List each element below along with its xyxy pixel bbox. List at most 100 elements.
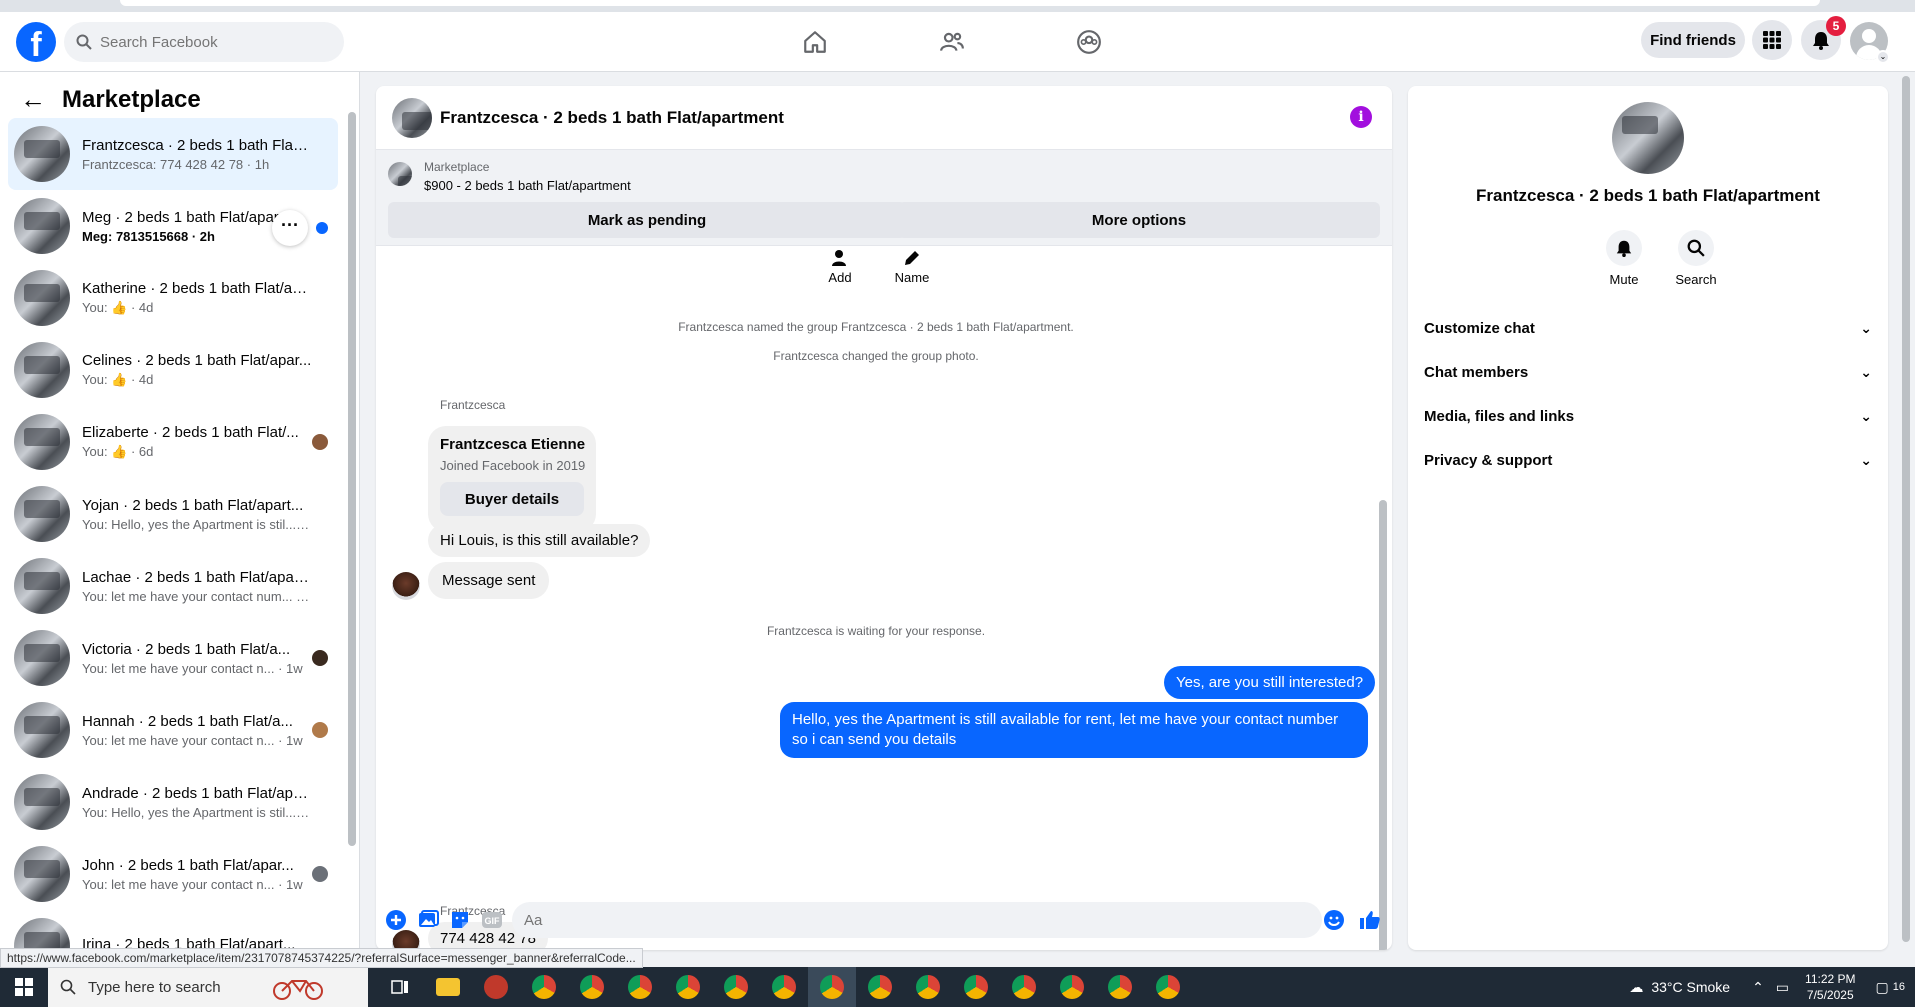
chrome-icon[interactable] bbox=[760, 967, 808, 1007]
emoji-icon[interactable] bbox=[1322, 908, 1346, 932]
chrome-icon[interactable] bbox=[952, 967, 1000, 1007]
friends-nav[interactable] bbox=[936, 26, 968, 58]
message-input[interactable] bbox=[512, 902, 1322, 938]
chat-title[interactable]: Frantzcesca · 2 beds 1 bath Flat/apartme… bbox=[440, 108, 784, 128]
banner-label: Marketplace bbox=[424, 160, 490, 174]
task-view-icon[interactable] bbox=[376, 967, 424, 1007]
groups-nav[interactable] bbox=[1073, 26, 1105, 58]
chrome-icon[interactable] bbox=[1048, 967, 1096, 1007]
groups-icon bbox=[1077, 30, 1101, 54]
listing-thumbnail bbox=[14, 918, 70, 950]
conversation-item[interactable]: Frantzcesca · 2 beds 1 bath Flat/... Fran… bbox=[8, 118, 338, 190]
start-button[interactable] bbox=[0, 967, 48, 1007]
chrome-icon[interactable] bbox=[1096, 967, 1144, 1007]
add-people-action[interactable]: Add bbox=[810, 246, 870, 285]
bicycle-icon bbox=[273, 980, 323, 1000]
info-icon[interactable]: i bbox=[1350, 106, 1372, 128]
outgoing-message[interactable]: Yes, are you still interested? bbox=[1164, 666, 1376, 699]
photo-icon[interactable] bbox=[416, 908, 440, 932]
media-files-links-row[interactable]: Media, files and links ⌄ bbox=[1424, 396, 1872, 436]
group-photo-large[interactable] bbox=[1612, 102, 1684, 174]
search-facebook[interactable] bbox=[64, 22, 344, 62]
conversation-title: John · 2 beds 1 bath Flat/apar... bbox=[82, 856, 294, 874]
chrome-icon[interactable] bbox=[616, 967, 664, 1007]
seen-avatar bbox=[312, 650, 328, 666]
chrome-icon[interactable] bbox=[1144, 967, 1192, 1007]
thumbs-up-icon[interactable] bbox=[1358, 908, 1382, 932]
plus-circle-icon[interactable] bbox=[384, 908, 408, 932]
back-arrow-icon[interactable]: ← bbox=[20, 84, 46, 115]
conversation-item[interactable]: Hannah · 2 beds 1 bath Flat/a... You: let… bbox=[8, 694, 338, 766]
more-options-icon[interactable]: ··· bbox=[272, 210, 308, 246]
chat-members-row[interactable]: Chat members ⌄ bbox=[1424, 352, 1872, 392]
conversation-item[interactable]: Irina · 2 beds 1 bath Flat/apart... bbox=[8, 910, 338, 950]
chevron-down-icon[interactable]: ⌄ bbox=[1876, 50, 1890, 64]
conversation-item[interactable]: Celines · 2 beds 1 bath Flat/apar... You:… bbox=[8, 334, 338, 406]
buyer-details-button[interactable]: Buyer details bbox=[440, 482, 584, 516]
listing-thumbnail bbox=[14, 126, 70, 182]
conversation-item[interactable]: Andrade · 2 beds 1 bath Flat/apa... You: … bbox=[8, 766, 338, 838]
gif-icon[interactable]: GIF bbox=[480, 908, 504, 932]
windows-logo-icon bbox=[15, 978, 33, 996]
file-explorer-icon[interactable] bbox=[424, 967, 472, 1007]
browser-address-bar[interactable] bbox=[120, 0, 1820, 6]
listing-thumbnail bbox=[14, 558, 70, 614]
sticker-icon[interactable] bbox=[448, 908, 472, 932]
chrome-icon[interactable] bbox=[904, 967, 952, 1007]
facebook-logo[interactable]: f bbox=[16, 22, 56, 62]
listing-price[interactable]: $900 - 2 beds 1 bath Flat/apartment bbox=[424, 178, 631, 193]
name-group-action[interactable]: Name bbox=[882, 246, 942, 285]
chrome-icon[interactable] bbox=[520, 967, 568, 1007]
chat-scrollbar[interactable] bbox=[1378, 246, 1388, 950]
chat-info-panel: Frantzcesca · 2 beds 1 bath Flat/apartme… bbox=[1408, 86, 1888, 950]
chrome-icon[interactable] bbox=[664, 967, 712, 1007]
outgoing-message[interactable]: Hello, yes the Apartment is still availa… bbox=[780, 702, 1368, 758]
chat-panel: Frantzcesca · 2 beds 1 bath Flat/apartme… bbox=[376, 86, 1392, 950]
network-icon[interactable]: ▭ bbox=[1776, 979, 1789, 996]
conversation-item[interactable]: Yojan · 2 beds 1 bath Flat/apart... You: … bbox=[8, 478, 338, 550]
sender-avatar[interactable] bbox=[392, 572, 420, 600]
more-options-button[interactable]: More options bbox=[898, 202, 1380, 238]
incoming-message[interactable]: Hi Louis, is this still available? bbox=[428, 524, 651, 557]
page-scrollbar[interactable] bbox=[1900, 72, 1912, 950]
sidebar-scrollbar[interactable] bbox=[348, 112, 356, 846]
conversation-item[interactable]: Elizaberte · 2 beds 1 bath Flat/... You: … bbox=[8, 406, 338, 478]
conversation-item[interactable]: Victoria · 2 beds 1 bath Flat/a... You: l… bbox=[8, 622, 338, 694]
conversation-item[interactable]: Meg · 2 beds 1 bath Flat/apar... Meg: 781… bbox=[8, 190, 338, 262]
name-label: Name bbox=[894, 270, 930, 285]
menu-button[interactable] bbox=[1752, 20, 1792, 60]
listing-thumbnail[interactable] bbox=[388, 162, 412, 186]
group-photo[interactable] bbox=[392, 97, 432, 138]
message-line: so i can send you details bbox=[792, 731, 957, 748]
search-icon bbox=[1687, 239, 1705, 257]
conversation-item[interactable]: Lachae · 2 beds 1 bath Flat/apart... You:… bbox=[8, 550, 338, 622]
clock[interactable]: 11:22 PM 7/5/2025 bbox=[1805, 971, 1855, 1003]
chevron-down-icon: ⌄ bbox=[1860, 407, 1872, 424]
app-icon[interactable] bbox=[472, 967, 520, 1007]
chevron-up-icon[interactable]: ⌃ bbox=[1752, 979, 1764, 996]
search-action[interactable]: Search bbox=[1666, 230, 1726, 287]
mute-action[interactable]: Mute bbox=[1594, 230, 1654, 287]
chrome-icon[interactable] bbox=[808, 967, 856, 1007]
chat-header: Frantzcesca · 2 beds 1 bath Flat/apartme… bbox=[376, 86, 1392, 150]
customize-chat-row[interactable]: Customize chat ⌄ bbox=[1424, 308, 1872, 348]
taskbar-search[interactable]: Type here to search bbox=[48, 967, 368, 1007]
chrome-icon[interactable] bbox=[1000, 967, 1048, 1007]
weather-icon[interactable]: ☁ bbox=[1629, 979, 1643, 996]
home-nav[interactable] bbox=[799, 26, 831, 58]
chrome-icon[interactable] bbox=[568, 967, 616, 1007]
privacy-support-row[interactable]: Privacy & support ⌄ bbox=[1424, 440, 1872, 480]
weather-text[interactable]: 33°C Smoke bbox=[1651, 979, 1730, 995]
conversation-item[interactable]: Katherine · 2 beds 1 bath Flat/ap... You:… bbox=[8, 262, 338, 334]
incoming-message[interactable]: Message sent bbox=[428, 562, 550, 599]
mark-as-pending-button[interactable]: Mark as pending bbox=[388, 202, 906, 238]
conversation-item[interactable]: John · 2 beds 1 bath Flat/apar... You: le… bbox=[8, 838, 338, 910]
home-icon bbox=[804, 31, 826, 53]
notification-center-icon[interactable]: ▢ bbox=[1876, 979, 1889, 996]
search-input[interactable] bbox=[100, 33, 320, 51]
find-friends-button[interactable]: Find friends bbox=[1641, 22, 1745, 58]
listing-thumbnail bbox=[14, 702, 70, 758]
chrome-icon[interactable] bbox=[856, 967, 904, 1007]
mute-label: Mute bbox=[1609, 272, 1639, 287]
chrome-icon[interactable] bbox=[712, 967, 760, 1007]
